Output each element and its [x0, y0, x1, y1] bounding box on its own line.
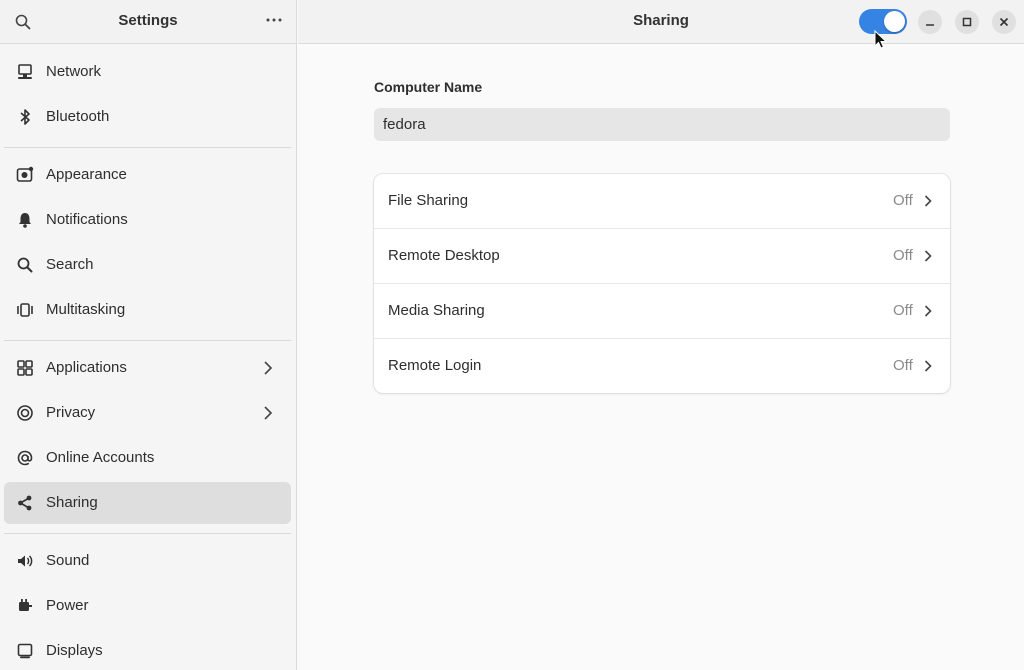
row-label: File Sharing — [388, 192, 469, 209]
at-icon — [17, 450, 33, 466]
row-status: Off — [893, 192, 913, 209]
chevron-right-icon — [924, 250, 932, 262]
sidebar-item-power[interactable]: Power — [4, 585, 291, 627]
sidebar-title: Settings — [118, 12, 178, 29]
sidebar-header: Settings — [0, 0, 296, 44]
sidebar-item-online-accounts[interactable]: Online Accounts — [4, 437, 291, 479]
sidebar-item-label: Multitasking — [46, 301, 126, 318]
toggle-knob — [884, 11, 905, 32]
maximize-icon — [962, 17, 972, 27]
sidebar-item-label: Privacy — [46, 404, 96, 421]
mouse-cursor-icon — [874, 30, 888, 49]
sidebar-divider — [4, 340, 291, 341]
row-label: Remote Desktop — [388, 247, 500, 264]
sidebar-item-label: Sharing — [46, 494, 98, 511]
sidebar-item-notifications[interactable]: Notifications — [4, 199, 291, 241]
multitasking-icon — [17, 303, 33, 317]
sidebar-item-label: Power — [46, 597, 89, 614]
row-status: Off — [893, 302, 913, 319]
list-row-remote-desktop[interactable]: Remote Desktop Off — [374, 229, 950, 284]
appearance-icon — [16, 166, 34, 182]
chevron-right-icon — [924, 195, 932, 207]
sidebar-item-privacy[interactable]: Privacy — [4, 392, 291, 434]
privacy-icon — [17, 405, 33, 421]
network-icon — [18, 64, 32, 79]
row-status: Off — [893, 357, 913, 374]
sidebar-item-label: Search — [46, 256, 94, 273]
sharing-services-list: File Sharing Off Remote Desktop Off Medi… — [374, 174, 950, 393]
minimize-button[interactable] — [918, 10, 942, 34]
computer-name-field[interactable] — [374, 108, 950, 141]
list-row-media-sharing[interactable]: Media Sharing Off — [374, 284, 950, 339]
sidebar-item-bluetooth[interactable]: Bluetooth — [4, 96, 291, 138]
sidebar-item-network[interactable]: Network — [4, 51, 291, 93]
computer-name-label: Computer Name — [374, 79, 483, 95]
sidebar-item-appearance[interactable]: Appearance — [4, 154, 291, 196]
sidebar-divider — [4, 533, 291, 534]
list-row-file-sharing[interactable]: File Sharing Off — [374, 174, 950, 229]
sidebar-item-sharing[interactable]: Sharing — [4, 482, 291, 524]
speaker-icon — [18, 555, 33, 567]
minimize-icon — [926, 24, 934, 26]
power-icon — [19, 599, 32, 611]
chevron-right-icon — [924, 305, 932, 317]
page-title: Sharing — [633, 12, 689, 29]
sidebar-item-applications[interactable]: Applications — [4, 347, 291, 389]
more-menu-icon[interactable] — [264, 10, 284, 30]
sidebar-item-search[interactable]: Search — [4, 244, 291, 286]
sidebar-item-sound[interactable]: Sound — [4, 540, 291, 582]
sidebar-item-label: Sound — [46, 552, 90, 569]
close-button[interactable] — [992, 10, 1016, 34]
sidebar-item-label: Online Accounts — [46, 449, 155, 466]
sidebar-item-label: Bluetooth — [46, 108, 110, 125]
grid-icon — [17, 360, 33, 376]
bell-icon — [19, 213, 31, 228]
chevron-right-icon — [264, 361, 273, 375]
sidebar-item-label: Displays — [46, 642, 103, 659]
bluetooth-icon — [20, 109, 30, 125]
sidebar-item-label: Notifications — [46, 211, 128, 228]
close-icon — [999, 17, 1009, 27]
sidebar-item-label: Network — [46, 63, 102, 80]
sidebar-item-displays[interactable]: Displays — [4, 630, 291, 670]
row-status: Off — [893, 247, 913, 264]
row-label: Remote Login — [388, 357, 482, 374]
sidebar-divider — [4, 147, 291, 148]
row-label: Media Sharing — [388, 302, 485, 319]
display-icon — [17, 643, 33, 659]
maximize-button[interactable] — [955, 10, 979, 34]
sidebar-item-label: Applications — [46, 359, 127, 376]
chevron-right-icon — [264, 406, 273, 420]
chevron-right-icon — [924, 360, 932, 372]
search-icon — [17, 257, 33, 273]
sidebar: Settings Network Bluetooth Appearance No… — [0, 0, 297, 670]
share-icon — [18, 495, 32, 511]
header-bar: Sharing — [298, 0, 1024, 49]
main-panel: Sharing Computer Name File Sharing Off R… — [298, 0, 1024, 670]
sidebar-item-multitasking[interactable]: Multitasking — [4, 289, 291, 331]
sidebar-item-label: Appearance — [46, 166, 127, 183]
list-row-remote-login[interactable]: Remote Login Off — [374, 339, 950, 393]
